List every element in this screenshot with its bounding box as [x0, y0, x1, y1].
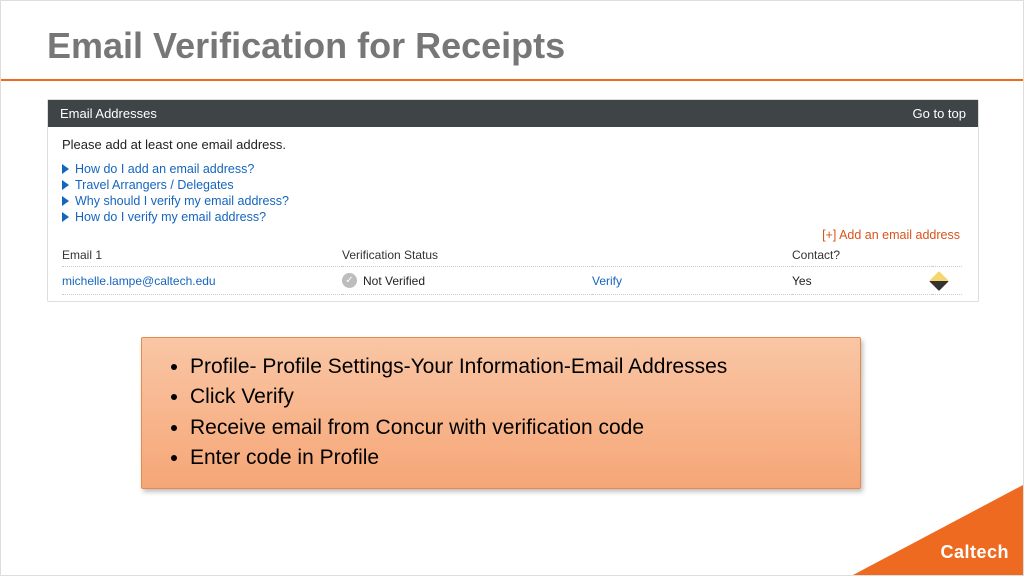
help-link-why[interactable]: Why should I verify my email address? [75, 194, 289, 208]
instruction-item: Enter code in Profile [190, 443, 836, 473]
email-panel: Email Addresses Go to top Please add at … [47, 99, 979, 302]
email-table: Email 1 Verification Status Contact? mic… [62, 244, 964, 295]
help-item: Why should I verify my email address? [62, 194, 964, 208]
edit-cell [932, 267, 962, 295]
verify-link[interactable]: Verify [592, 274, 622, 288]
help-links: How do I add an email address? Travel Ar… [62, 162, 964, 224]
go-to-top-link[interactable]: Go to top [913, 106, 966, 121]
col-verify [592, 244, 792, 267]
panel-body: Please add at least one email address. H… [48, 127, 978, 301]
triangle-icon [62, 164, 69, 174]
panel-header: Email Addresses Go to top [48, 100, 978, 127]
col-email: Email 1 [62, 244, 342, 267]
triangle-icon [62, 196, 69, 206]
add-row: [+] Add an email address [62, 228, 964, 242]
pencil-icon[interactable] [929, 271, 949, 291]
help-item: Travel Arrangers / Delegates [62, 178, 964, 192]
help-item: How do I verify my email address? [62, 210, 964, 224]
instruction-item: Profile- Profile Settings-Your Informati… [190, 352, 836, 382]
divider [1, 79, 1023, 81]
help-link-add[interactable]: How do I add an email address? [75, 162, 254, 176]
instruction-item: Click Verify [190, 382, 836, 412]
contact-cell: Yes [792, 267, 932, 295]
triangle-icon [62, 180, 69, 190]
col-actions [932, 244, 962, 267]
panel-title: Email Addresses [60, 106, 157, 121]
col-contact: Contact? [792, 244, 932, 267]
col-status: Verification Status [342, 244, 592, 267]
page-title: Email Verification for Receipts [1, 1, 1023, 79]
triangle-icon [62, 212, 69, 222]
brand-logo: Caltech [940, 542, 1009, 563]
check-icon: ✓ [342, 273, 357, 288]
email-value[interactable]: michelle.lampe@caltech.edu [62, 267, 342, 295]
instruction-item: Receive email from Concur with verificat… [190, 413, 836, 443]
help-item: How do I add an email address? [62, 162, 964, 176]
instruction-callout: Profile- Profile Settings-Your Informati… [141, 337, 861, 489]
help-link-delegates[interactable]: Travel Arrangers / Delegates [75, 178, 234, 192]
status-cell: ✓ Not Verified [342, 267, 592, 295]
help-link-how[interactable]: How do I verify my email address? [75, 210, 266, 224]
slide: Email Verification for Receipts Email Ad… [0, 0, 1024, 576]
panel-prompt: Please add at least one email address. [62, 137, 964, 152]
verify-cell: Verify [592, 267, 792, 295]
status-text: Not Verified [363, 274, 425, 288]
instruction-list: Profile- Profile Settings-Your Informati… [166, 352, 836, 474]
add-email-link[interactable]: [+] Add an email address [822, 228, 960, 242]
